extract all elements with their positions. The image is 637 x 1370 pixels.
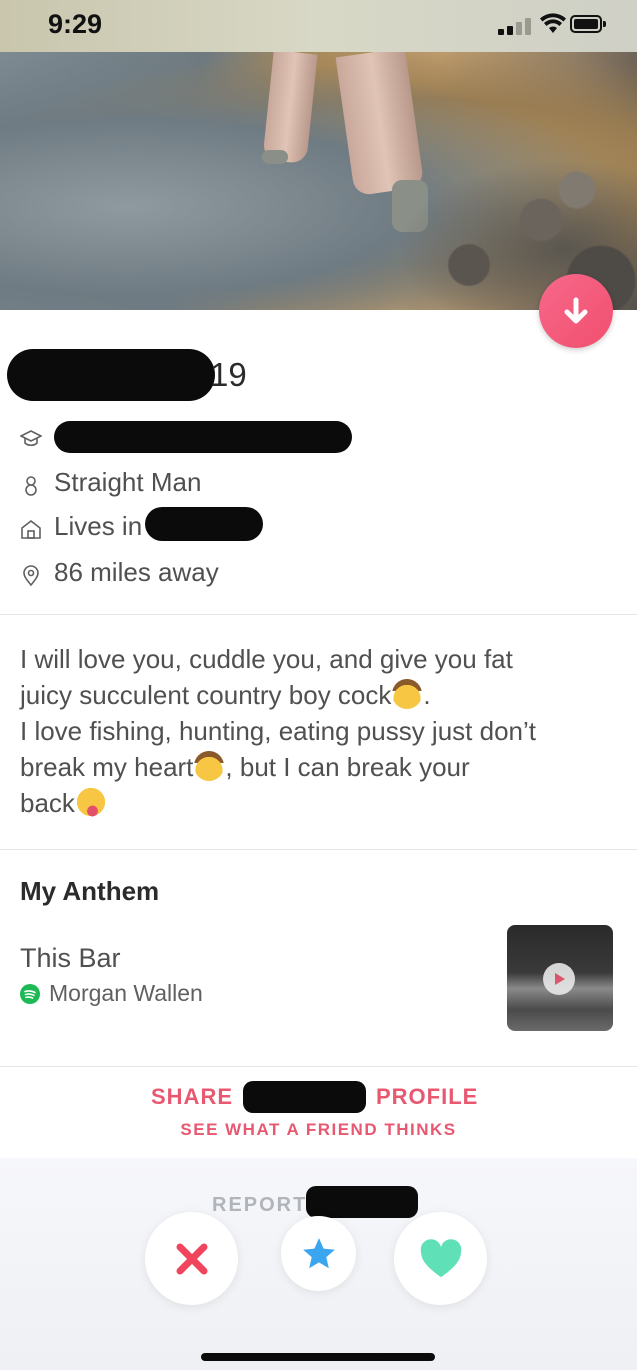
share-profile-button[interactable]: SHARE: [151, 1084, 233, 1110]
cowboy-emoji-icon: [392, 679, 423, 709]
profile-age: 19: [210, 356, 247, 393]
see-what-friend-thinks-button[interactable]: SEE WHAT A FRIEND THINKS: [0, 1120, 637, 1140]
school-redaction: [54, 421, 352, 453]
divider: [0, 849, 637, 850]
wifi-icon: [540, 13, 566, 35]
like-button[interactable]: [394, 1212, 487, 1305]
spotify-icon: [20, 983, 40, 1004]
bio-text: , but I can break your: [225, 752, 470, 782]
lives-in-row: Lives in: [20, 511, 142, 542]
school-row: [19, 426, 54, 448]
nope-button[interactable]: [145, 1212, 238, 1305]
collapse-profile-button[interactable]: [539, 274, 613, 348]
profile-bio: I will love you, cuddle you, and give yo…: [20, 641, 620, 821]
battery-icon: [570, 15, 606, 33]
bio-line: I love fishing, hunting, eating pussy ju…: [20, 716, 536, 746]
play-icon: [555, 973, 565, 985]
home-indicator: [201, 1353, 435, 1361]
arrow-down-icon: [564, 297, 588, 324]
bio-text: break my heart: [20, 752, 194, 782]
winking-tongue-emoji-icon: [75, 787, 106, 817]
orientation-row: Straight Man: [20, 467, 201, 498]
distance-text: 86 miles away: [54, 557, 219, 587]
bio-text: juicy succulent country boy cock: [20, 680, 392, 710]
artist-name: Morgan Wallen: [49, 980, 203, 1006]
bio-text: .: [423, 680, 431, 710]
location-pin-icon: [20, 562, 42, 586]
report-button[interactable]: REPORT: [212, 1194, 307, 1217]
anthem-song: This Bar: [20, 943, 121, 973]
divider: [0, 1066, 637, 1067]
report-name-redaction: [306, 1186, 418, 1218]
distance-row: 86 miles away: [20, 557, 219, 588]
city-redaction: [145, 507, 263, 541]
orientation-text: Straight Man: [54, 467, 202, 497]
home-icon: [20, 516, 42, 539]
divider: [0, 614, 637, 615]
share-profile-label[interactable]: PROFILE: [376, 1084, 478, 1110]
bio-line: break my heart , but I can break your: [20, 749, 620, 785]
bio-line: I will love you, cuddle you, and give yo…: [20, 644, 513, 674]
person-icon: [20, 472, 42, 496]
anthem-title: My Anthem: [20, 876, 160, 906]
status-bar: 9:29: [0, 0, 637, 52]
bio-line: juicy succulent country boy cock.: [20, 677, 620, 713]
anthem-artist-row: Morgan Wallen: [20, 980, 203, 1007]
bio-text: back: [20, 788, 75, 818]
bio-line: back: [20, 785, 620, 821]
signal-icon: [498, 17, 534, 35]
status-time: 9:29: [48, 9, 103, 39]
star-icon: [302, 1237, 335, 1268]
profile-photo[interactable]: [0, 52, 637, 310]
cowboy-emoji-icon: [194, 751, 225, 781]
graduation-cap-icon: [19, 426, 43, 448]
super-like-button[interactable]: [281, 1216, 356, 1291]
share-name-redaction: [243, 1081, 366, 1113]
name-redaction: [7, 349, 215, 401]
play-button[interactable]: [543, 963, 575, 995]
lives-in-text: Lives in: [54, 511, 143, 541]
album-art[interactable]: [507, 925, 613, 1031]
close-icon: [176, 1243, 207, 1274]
heart-icon: [420, 1238, 461, 1277]
